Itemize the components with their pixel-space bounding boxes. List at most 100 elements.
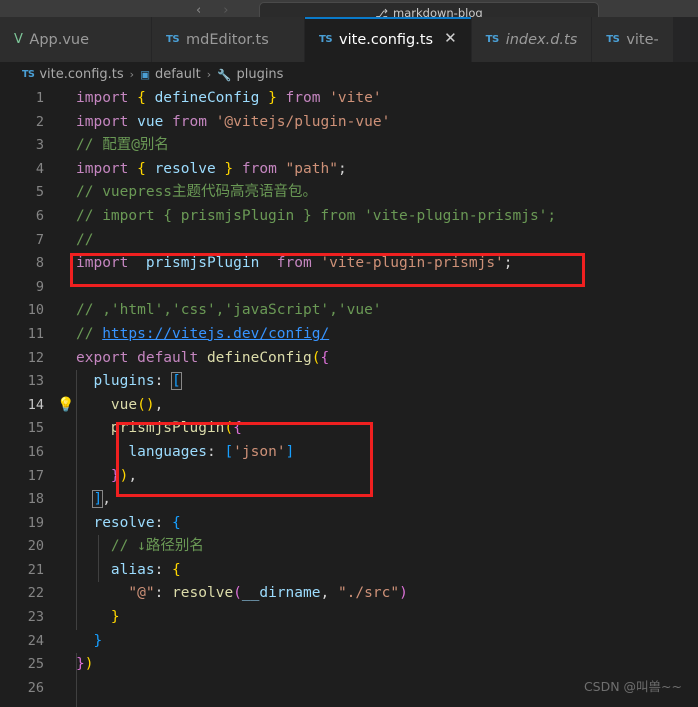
code-token: 'json' (233, 443, 286, 460)
typescript-icon: TS (166, 34, 180, 45)
code-text: }), (54, 465, 698, 489)
code-token: import (76, 160, 138, 177)
editor-tab-index-d-ts[interactable]: TS index.d.ts (471, 17, 593, 62)
code-line-1[interactable]: 1 import { defineConfig } from 'vite' (0, 87, 698, 111)
code-text: } (54, 606, 698, 630)
forward-arrow-icon[interactable]: › (223, 4, 228, 17)
editor-tab-vite-config-ts[interactable]: TS vite.config.ts ✕ (305, 17, 472, 62)
code-line-11[interactable]: 11 // https://vitejs.dev/config/ (0, 323, 698, 347)
code-text: languages: ['json'] (54, 441, 698, 465)
code-token: languages (128, 443, 207, 460)
breadcrumb: TS vite.config.ts › ▣ default › 🔧 plugins (0, 62, 698, 87)
code-text: export default defineConfig({ (54, 347, 698, 371)
line-number: 13 (27, 373, 44, 390)
code-line-2[interactable]: 2 import vue from '@vitejs/plugin-vue' (0, 111, 698, 135)
code-line-19[interactable]: 19 resolve: { (0, 512, 698, 536)
code-token: "path" (285, 160, 338, 177)
code-line-17[interactable]: 17 }), (0, 465, 698, 489)
editor-tab-mdeditor-ts[interactable]: TS mdEditor.ts (152, 17, 305, 62)
line-number: 14 (27, 396, 44, 413)
line-number: 21 (27, 561, 44, 578)
code-line-14[interactable]: 14 💡 vue(), (0, 393, 698, 418)
breadcrumb-item-plugins[interactable]: plugins (236, 67, 283, 82)
code-token: resolve (93, 514, 155, 531)
code-text: // ↓路径别名 (54, 535, 698, 559)
code-line-10[interactable]: 10 // ,'html','css','javaScript','vue' (0, 299, 698, 323)
title-bar: ‹ › ⎇ markdown-blog (0, 0, 698, 17)
code-token: ; (337, 160, 347, 177)
code-line-4[interactable]: 4 import { resolve } from "path"; (0, 158, 698, 182)
code-line-22[interactable]: 22 "@": resolve(__dirname, "./src") (0, 582, 698, 606)
lightbulb-icon[interactable]: 💡 (57, 397, 74, 414)
line-number: 26 (27, 679, 44, 696)
back-arrow-icon[interactable]: ‹ (196, 4, 201, 17)
command-center-search[interactable]: ⎇ markdown-blog (259, 2, 599, 17)
breadcrumb-item-vite-config-ts[interactable]: vite.config.ts (39, 67, 123, 82)
code-line-15[interactable]: 15 prismjsPlugin({ (0, 417, 698, 441)
code-text: vue(), (54, 394, 698, 418)
code-lines[interactable]: 1 import { defineConfig } from 'vite' 2 imp… (0, 87, 698, 700)
code-line-25[interactable]: 25}) (0, 653, 698, 677)
code-token: // (76, 325, 103, 342)
breadcrumb-separator-icon: › (129, 68, 135, 81)
code-token: // (76, 231, 94, 248)
line-number: 22 (27, 585, 44, 602)
code-line-9[interactable]: 9 (0, 276, 698, 300)
code-token: '@vitejs/plugin-vue' (215, 113, 391, 130)
editor-tab-vite[interactable]: TS vite- (592, 17, 674, 62)
line-number: 8 (35, 255, 44, 272)
code-token: } (259, 90, 277, 106)
tab-label: App.vue (29, 31, 90, 48)
code-line-16[interactable]: 16 languages: ['json'] (0, 441, 698, 465)
line-number: 23 (27, 609, 44, 626)
code-line-18[interactable]: 18 ], (0, 488, 698, 512)
code-line-7[interactable]: 7 // (0, 229, 698, 253)
code-line-21[interactable]: 21 alias: { (0, 559, 698, 583)
code-line-12[interactable]: 12 export default defineConfig({ (0, 347, 698, 371)
code-line-23[interactable]: 23 } (0, 606, 698, 630)
code-token: import (76, 113, 138, 130)
line-number: 20 (27, 538, 44, 555)
typescript-icon: TS (22, 69, 35, 80)
line-number: 17 (27, 467, 44, 484)
code-token: : (154, 561, 173, 578)
code-text: import prismjsPlugin from 'vite-plugin-p… (54, 252, 698, 276)
code-text: // vuepress主题代码高亮语音包。 (54, 181, 698, 205)
code-token: } (215, 160, 234, 177)
code-token: resolve (154, 160, 216, 177)
code-text: "@": resolve(__dirname, "./src") (54, 582, 698, 606)
code-line-8[interactable]: 8 import prismjsPlugin from 'vite-plugin-… (0, 252, 698, 276)
tab-label: vite- (626, 31, 659, 48)
line-number: 7 (35, 231, 44, 248)
code-token: alias (110, 561, 155, 578)
code-token: prismjsPlugin (145, 255, 260, 272)
code-line-6[interactable]: 6 // import { prismjsPlugin } from 'vite-… (0, 205, 698, 229)
code-line-5[interactable]: 5 // vuepress主题代码高亮语音包。 (0, 181, 698, 205)
code-text: import { defineConfig } from 'vite' (54, 87, 698, 111)
close-icon[interactable]: ✕ (444, 31, 457, 46)
code-token: __dirname (241, 585, 321, 602)
code-token: () (137, 396, 155, 413)
code-token: } (110, 467, 120, 484)
breadcrumb-item-default[interactable]: default (155, 67, 201, 82)
code-token: , (320, 585, 338, 602)
code-token: export default (76, 349, 207, 366)
code-token: vue (110, 396, 138, 413)
code-line-3[interactable]: 3 // 配置@别名 (0, 134, 698, 158)
code-line-13[interactable]: 13 plugins: [ (0, 370, 698, 394)
code-line-20[interactable]: 20 // ↓路径别名 (0, 535, 698, 559)
code-text: import vue from '@vitejs/plugin-vue' (54, 111, 698, 135)
editor-tab-app-vue[interactable]: V App.vue (0, 17, 152, 62)
line-number: 4 (35, 160, 44, 177)
code-token: // ↓路径别名 (110, 538, 204, 555)
code-editor[interactable]: 1 import { defineConfig } from 'vite' 2 imp… (0, 87, 698, 707)
code-line-24[interactable]: 24 } (0, 630, 698, 654)
code-token: : (154, 514, 173, 531)
wrench-icon: 🔧 (217, 67, 232, 82)
indent-guide (98, 535, 99, 582)
code-token: prismjsPlugin (110, 420, 225, 437)
code-token: defineConfig (206, 349, 312, 366)
breadcrumb-separator-icon: › (206, 68, 212, 81)
